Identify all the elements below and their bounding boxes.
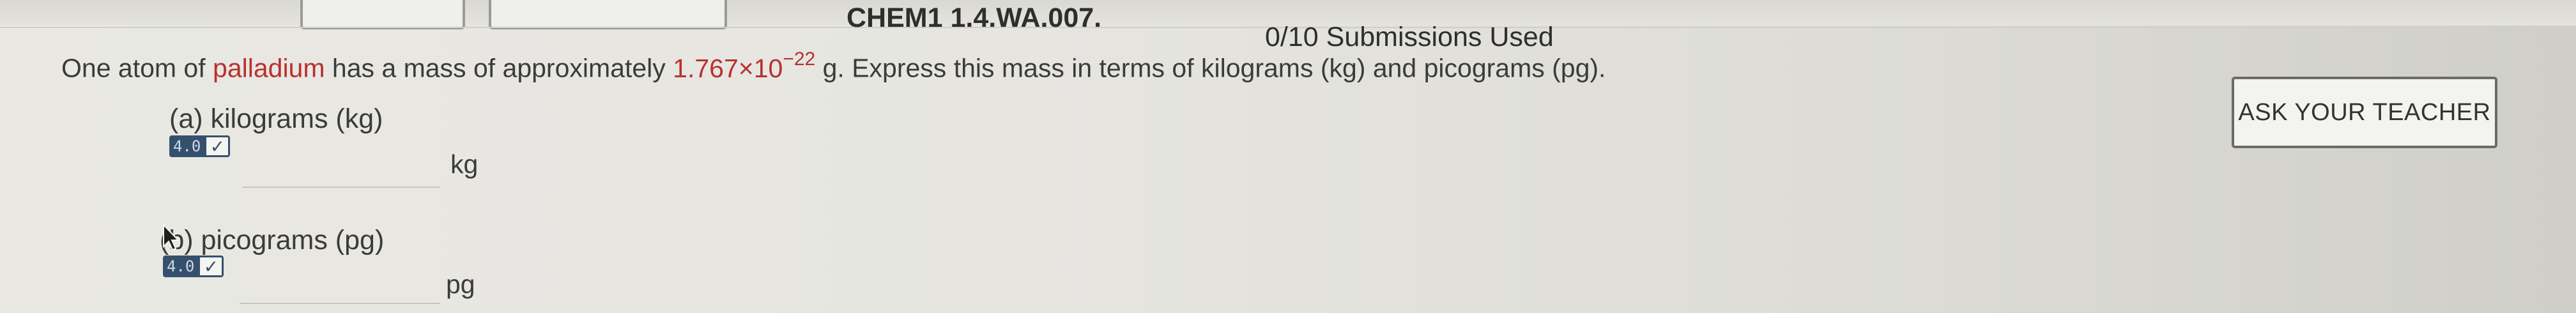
submissions-used: 0/10 Submissions Used (1265, 22, 1554, 52)
mass-mantissa: 1.767 (673, 53, 739, 83)
ask-your-teacher-button[interactable]: ASK YOUR TEACHER (2232, 77, 2497, 148)
part-b-unit: pg (446, 270, 475, 299)
part-a-answer-input[interactable] (243, 152, 440, 188)
part-b-badge-number: 4.0 (163, 256, 199, 277)
mass-times: ×10 (738, 53, 783, 83)
mouse-cursor-icon (163, 224, 180, 251)
question-middle: has a mass of approximately (325, 53, 673, 83)
question-prefix: One atom of (61, 53, 213, 83)
check-icon: ✓ (198, 256, 224, 277)
part-a-label: (a) kilograms (kg) (169, 103, 383, 134)
assignment-id: CHEM1 1.4.WA.007. (847, 3, 1102, 33)
toolbar-button-2[interactable] (489, 0, 727, 29)
part-b-label: (b) picograms (pg) (160, 225, 385, 256)
question-suffix: g. Express this mass in terms of kilogra… (815, 53, 1606, 83)
part-a-unit: kg (450, 149, 479, 179)
part-b-badge[interactable]: 4.0 ✓ (163, 256, 224, 277)
mass-value: 1.767×10−22 (673, 49, 815, 83)
question-text: One atom of palladium has a mass of appr… (61, 49, 1606, 84)
check-icon: ✓ (204, 135, 231, 157)
part-b-answer-input[interactable] (240, 268, 440, 304)
mass-exponent: −22 (783, 49, 816, 70)
part-a-badge-number: 4.0 (169, 135, 205, 157)
toolbar-button-1[interactable] (300, 0, 465, 29)
part-a-badge[interactable]: 4.0 ✓ (169, 135, 231, 157)
element-name: palladium (213, 53, 325, 83)
